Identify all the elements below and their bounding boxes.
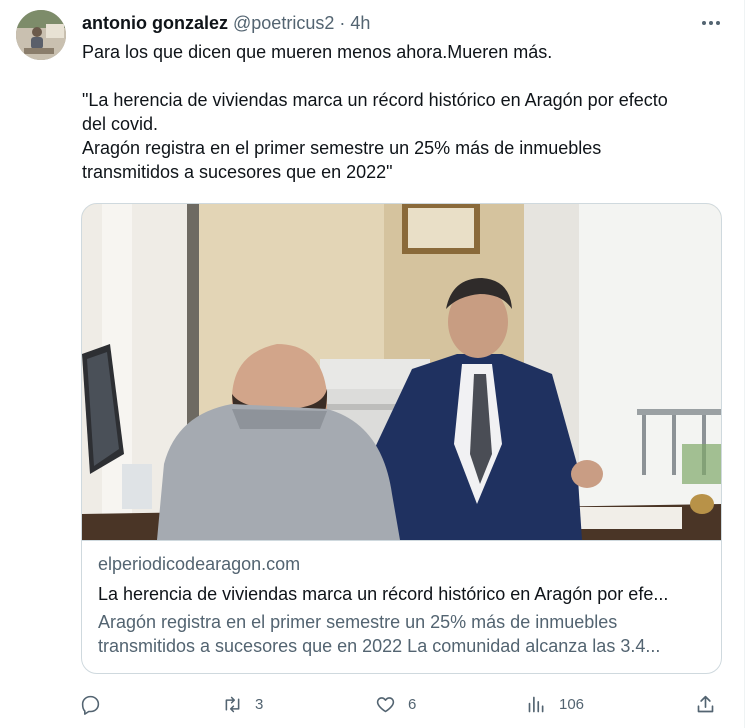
share-icon — [697, 695, 714, 712]
tweet-header: antonio gonzalez @poetricus2 · 4h — [82, 11, 678, 35]
reply-icon — [81, 695, 100, 715]
timeline-divider — [744, 0, 745, 728]
card-meta: elperiodicodearagon.com La herencia de v… — [98, 552, 708, 658]
tweet-text-line: "La herencia de viviendas marca un récor… — [82, 90, 668, 110]
retweet-button[interactable]: 3 — [222, 690, 263, 718]
link-card[interactable]: elperiodicodearagon.com La herencia de v… — [81, 203, 722, 674]
card-description-line: transmitidos a sucesores que en 2022 La … — [98, 636, 661, 656]
views-count: 106 — [559, 695, 585, 713]
avatar-image — [16, 10, 66, 60]
tweet-text-line: Para los que dicen que mueren menos ahor… — [82, 42, 553, 62]
tweet-text-line: Aragón registra en el primer semestre un… — [82, 138, 602, 158]
card-title: La herencia de viviendas marca un récord… — [98, 584, 669, 604]
tweet-text: Para los que dicen que mueren menos ahor… — [82, 40, 722, 184]
author-name[interactable]: antonio gonzalez — [82, 13, 228, 33]
views-button[interactable]: 106 — [526, 690, 584, 718]
views-icon — [528, 696, 544, 712]
action-bar: 3 6 106 — [80, 690, 720, 718]
share-button[interactable] — [695, 690, 716, 718]
retweet-count: 3 — [255, 695, 264, 713]
like-count: 6 — [408, 695, 417, 713]
tweet-text-line: del covid. — [82, 114, 159, 134]
card-description-line: Aragón registra en el primer semestre un… — [98, 612, 618, 632]
card-image — [82, 204, 721, 541]
heart-icon — [376, 696, 395, 712]
timestamp[interactable]: 4h — [350, 13, 370, 33]
author-handle[interactable]: @poetricus2 — [233, 13, 334, 33]
separator: · — [339, 13, 346, 33]
card-description: Aragón registra en el primer semestre un… — [98, 610, 708, 658]
reply-button[interactable] — [80, 690, 113, 718]
more-button[interactable] — [698, 12, 724, 34]
more-icon — [702, 21, 720, 25]
tweet-text-line: transmitidos a sucesores que en 2022" — [82, 162, 393, 182]
card-domain: elperiodicodearagon.com — [98, 554, 301, 574]
retweet-icon — [225, 696, 240, 712]
avatar[interactable] — [16, 10, 66, 60]
like-button[interactable]: 6 — [375, 690, 416, 718]
